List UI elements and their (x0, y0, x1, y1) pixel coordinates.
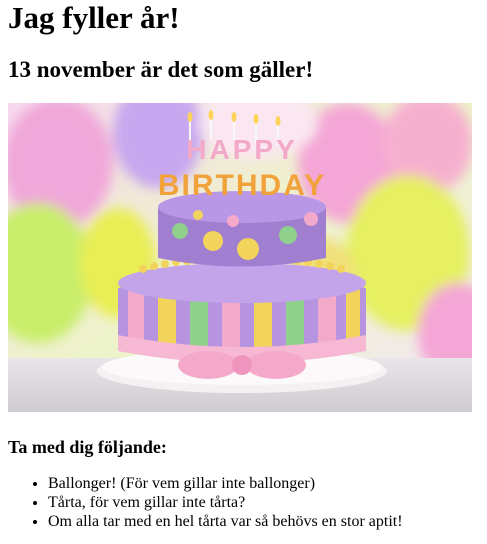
list-item: Om alla tar med en hel tårta var så behö… (48, 512, 403, 531)
list-item: Tårta, för vem gillar inte tårta? (48, 493, 403, 512)
items-list: Ballonger! (För vem gillar inte ballonge… (8, 474, 403, 531)
page-title: Jag fyller år! (8, 0, 180, 35)
bow (178, 351, 306, 379)
list-title: Ta med dig följande: (8, 437, 167, 457)
page: Jag fyller år! 13 november är det som gä… (0, 0, 487, 544)
page-subtitle: 13 november är det som gäller! (8, 57, 314, 82)
list-item: Ballonger! (För vem gillar inte ballonge… (48, 474, 403, 493)
topper-birthday: BIRTHDAY (158, 169, 326, 202)
birthday-cake-image: HAPPY BIRTHDAY (8, 103, 472, 412)
topper-happy: HAPPY (186, 134, 297, 165)
